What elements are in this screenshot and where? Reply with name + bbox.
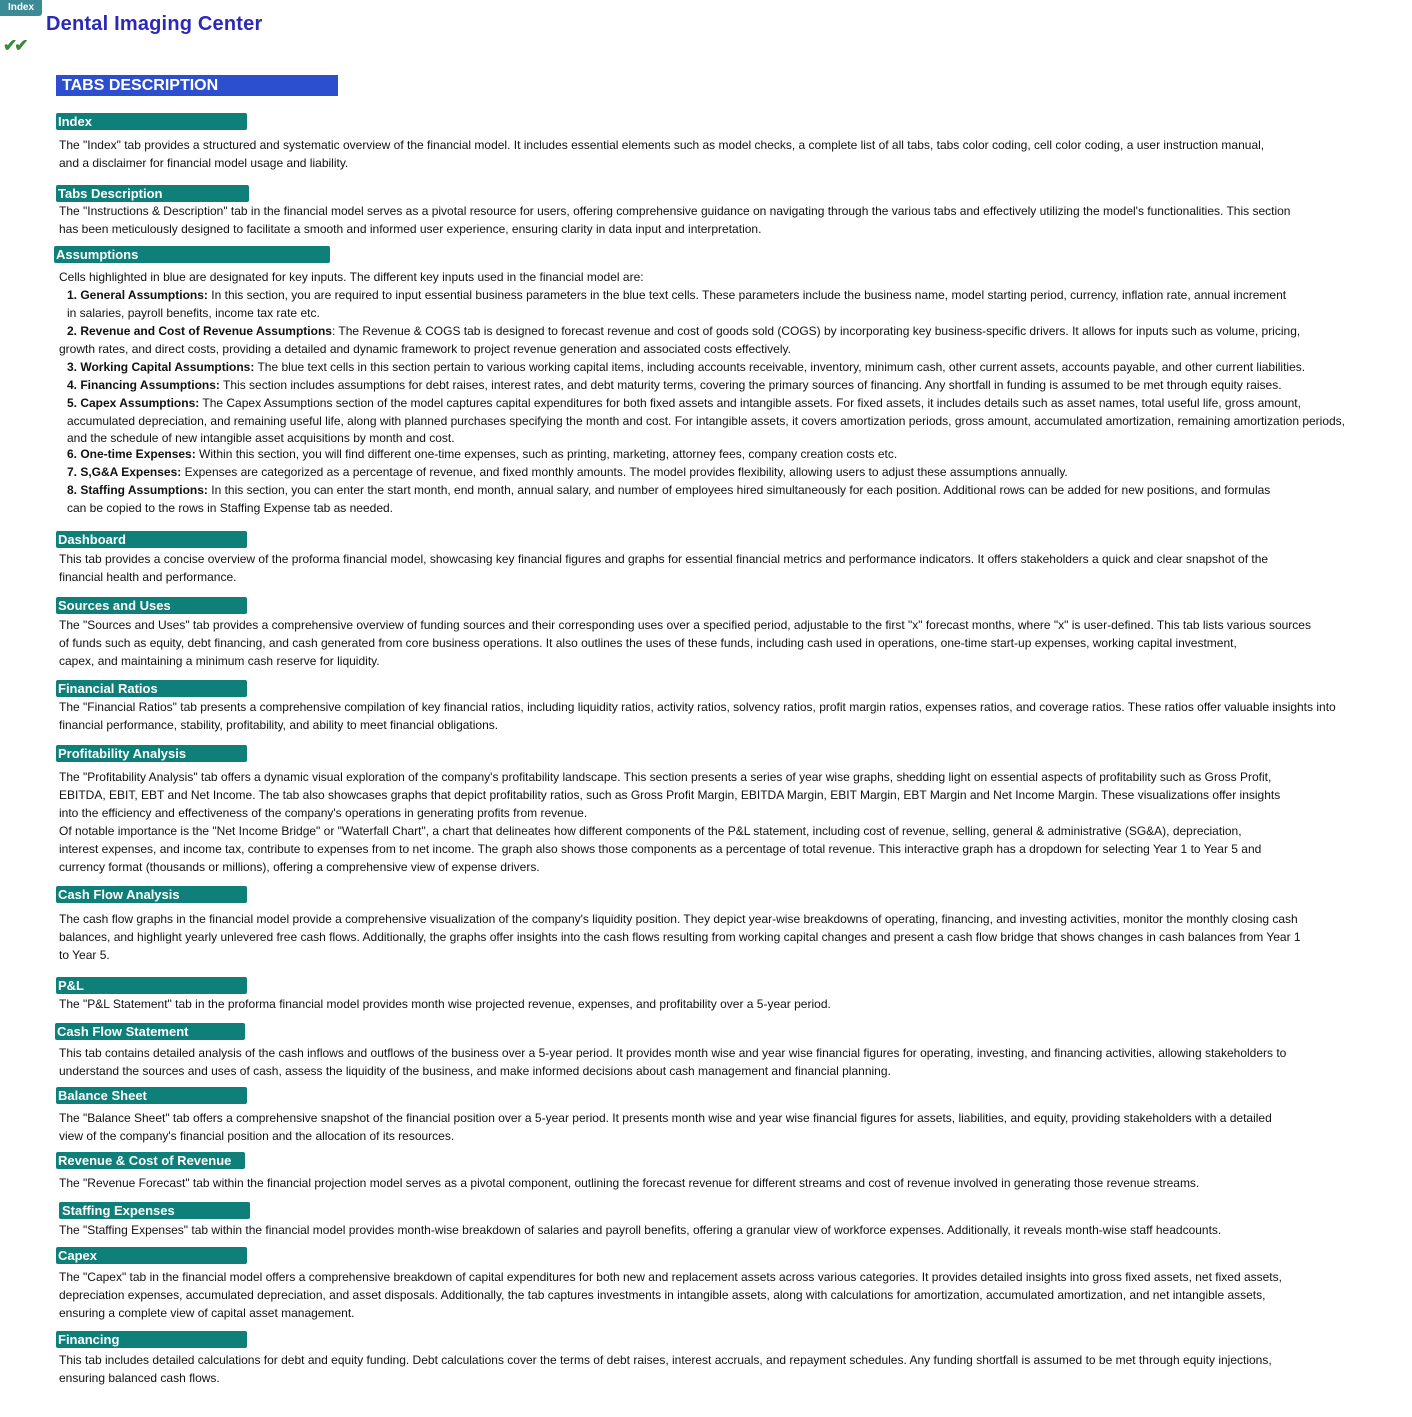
assumption-item: 3. Working Capital Assumptions: The blue… (59, 358, 1345, 376)
text-line: This tab contains detailed analysis of t… (59, 1046, 1287, 1060)
text-line: financial health and performance. (59, 570, 237, 584)
text-line: can be copied to the rows in Staffing Ex… (67, 501, 394, 515)
index-nav-button[interactable]: Index (0, 0, 42, 16)
text-line: currency format (thousands or millions),… (59, 860, 540, 874)
assumption-text: In this section, you can enter the start… (207, 483, 1271, 497)
text-line: balances, and highlight yearly unlevered… (59, 930, 1301, 944)
section-header-cash-flow-statement: Cash Flow Statement (55, 1023, 245, 1040)
section-text-cash-flow-analysis: The cash flow graphs in the financial mo… (59, 910, 1301, 964)
text-line: The "Financial Ratios" tab presents a co… (59, 700, 1336, 714)
double-check-icon: ✔✔ (3, 36, 28, 55)
assumption-text: In this section, you are required to inp… (207, 288, 1287, 302)
section-header-cash-flow-analysis: Cash Flow Analysis (56, 886, 247, 903)
assumption-label: 8. Staffing Assumptions: (67, 483, 208, 497)
section-text-financial-ratios: The "Financial Ratios" tab presents a co… (59, 698, 1336, 734)
assumption-label: 4. Financing Assumptions: (67, 378, 220, 392)
assumption-label: 6. One-time Expenses: (67, 447, 196, 461)
text-line: capex, and maintaining a minimum cash re… (59, 654, 380, 668)
assumption-text: Expenses are categorized as a percentage… (181, 465, 1068, 479)
assumption-text: The blue text cells in this section pert… (254, 360, 1306, 374)
text-line: The "Revenue Forecast" tab within the fi… (59, 1176, 1200, 1190)
section-text-assumptions: Cells highlighted in blue are designated… (59, 268, 1345, 517)
assumption-item: 2. Revenue and Cost of Revenue Assumptio… (59, 322, 1345, 340)
assumption-item: 7. S,G&A Expenses: Expenses are categori… (59, 463, 1345, 481)
text-line: financial performance, stability, profit… (59, 718, 499, 732)
section-header-index: Index (56, 113, 247, 130)
text-line: The "Instructions & Description" tab in … (59, 204, 1291, 218)
text-line: The "Staffing Expenses" tab within the f… (59, 1223, 1222, 1237)
section-header-financial-ratios: Financial Ratios (56, 680, 247, 697)
section-header-profitability: Profitability Analysis (56, 745, 247, 762)
assumption-text: The Capex Assumptions section of the mod… (199, 396, 1301, 410)
assumption-label: 1. General Assumptions: (67, 288, 208, 302)
text-line: Of notable importance is the "Net Income… (59, 824, 1242, 838)
text-line: ensuring a complete view of capital asse… (59, 1306, 355, 1320)
text-line: ensuring balanced cash flows. (59, 1371, 220, 1385)
section-header-balance-sheet: Balance Sheet (56, 1087, 247, 1104)
section-text-index: The "Index" tab provides a structured an… (59, 136, 1264, 172)
text-line: and the schedule of new intangible asset… (67, 431, 455, 445)
section-text-capex: The "Capex" tab in the financial model o… (59, 1268, 1282, 1322)
assumptions-intro: Cells highlighted in blue are designated… (59, 270, 644, 284)
section-text-dashboard: This tab provides a concise overview of … (59, 550, 1268, 586)
assumption-text: : The Revenue & COGS tab is designed to … (331, 324, 1301, 338)
text-line: of funds such as equity, debt financing,… (59, 636, 1237, 650)
assumption-label: 2. Revenue and Cost of Revenue Assumptio… (67, 324, 332, 338)
text-line: to Year 5. (59, 948, 110, 962)
section-text-staffing: The "Staffing Expenses" tab within the f… (59, 1221, 1221, 1239)
text-line: This tab provides a concise overview of … (59, 552, 1269, 566)
text-line: The "Profitability Analysis" tab offers … (59, 770, 1272, 784)
section-header-assumptions: Assumptions (54, 246, 330, 263)
section-header-staffing: Staffing Expenses (59, 1202, 250, 1219)
text-line: has been meticulously designed to facili… (59, 222, 762, 236)
assumption-item: 6. One-time Expenses: Within this sectio… (59, 446, 1345, 463)
section-header-dashboard: Dashboard (56, 531, 247, 548)
text-line: understand the sources and uses of cash,… (59, 1064, 891, 1078)
section-text-pnl: The "P&L Statement" tab in the proforma … (59, 995, 831, 1013)
assumption-label: 7. S,G&A Expenses: (67, 465, 182, 479)
section-text-profitability: The "Profitability Analysis" tab offers … (59, 768, 1280, 876)
assumption-text: This section includes assumptions for de… (219, 378, 1282, 392)
section-header-tabs-description: Tabs Description (56, 185, 249, 202)
section-text-revenue-cost: The "Revenue Forecast" tab within the fi… (59, 1174, 1199, 1192)
text-line: into the efficiency and effectiveness of… (59, 806, 588, 820)
section-header-pnl: P&L (56, 977, 247, 994)
section-header-sources-uses: Sources and Uses (56, 597, 247, 614)
page-title: Dental Imaging Center (46, 13, 263, 35)
text-line: The "Balance Sheet" tab offers a compreh… (59, 1111, 1272, 1125)
assumption-item: 8. Staffing Assumptions: In this section… (59, 481, 1345, 499)
section-text-cash-flow-statement: This tab contains detailed analysis of t… (59, 1044, 1286, 1080)
assumption-item: 4. Financing Assumptions: This section i… (59, 376, 1345, 394)
text-line: The "Index" tab provides a structured an… (59, 138, 1265, 152)
section-header-capex: Capex (56, 1247, 247, 1264)
text-line: depreciation expenses, accumulated depre… (59, 1288, 1266, 1302)
text-line: interest expenses, and income tax, contr… (59, 842, 1262, 856)
assumption-label: 3. Working Capital Assumptions: (67, 360, 255, 374)
text-line: The cash flow graphs in the financial mo… (59, 912, 1298, 926)
assumption-label: 5. Capex Assumptions: (67, 396, 200, 410)
section-text-sources-uses: The "Sources and Uses" tab provides a co… (59, 616, 1311, 670)
text-line: in salaries, payroll benefits, income ta… (67, 306, 320, 320)
section-text-tabs-description: The "Instructions & Description" tab in … (59, 202, 1290, 238)
assumption-item: 5. Capex Assumptions: The Capex Assumpti… (59, 394, 1345, 412)
text-line: EBITDA, EBIT, EBT and Net Income. The ta… (59, 788, 1281, 802)
text-line: The "Sources and Uses" tab provides a co… (59, 618, 1311, 632)
tabs-description-banner: TABS DESCRIPTION (56, 75, 338, 96)
text-line: accumulated depreciation, and remaining … (67, 414, 1346, 428)
text-line: growth rates, and direct costs, providin… (59, 342, 791, 356)
assumption-text: Within this section, you will find diffe… (195, 447, 898, 461)
section-header-revenue-cost: Revenue & Cost of Revenue (56, 1152, 245, 1169)
section-text-financing: This tab includes detailed calculations … (59, 1351, 1272, 1387)
section-text-balance-sheet: The "Balance Sheet" tab offers a compreh… (59, 1109, 1272, 1145)
assumption-item: 1. General Assumptions: In this section,… (59, 286, 1345, 304)
text-line: The "Capex" tab in the financial model o… (59, 1270, 1282, 1284)
text-line: view of the company's financial position… (59, 1129, 455, 1143)
text-line: The "P&L Statement" tab in the proforma … (59, 997, 831, 1011)
section-header-financing: Financing (56, 1331, 247, 1348)
text-line: This tab includes detailed calculations … (59, 1353, 1272, 1367)
text-line: and a disclaimer for financial model usa… (59, 156, 349, 170)
